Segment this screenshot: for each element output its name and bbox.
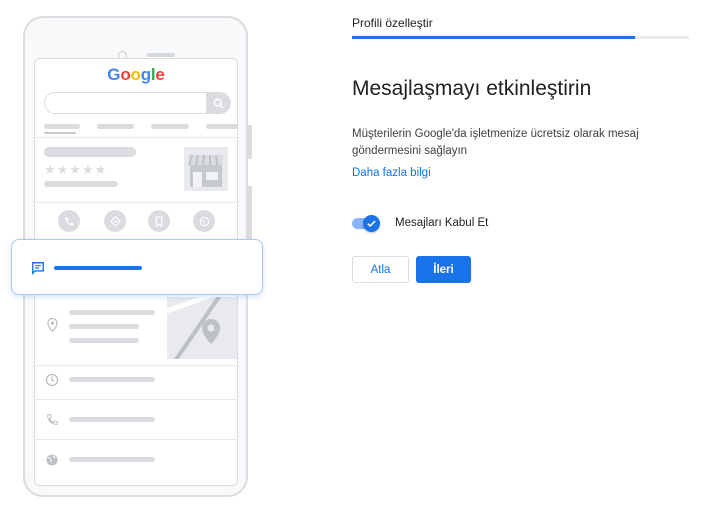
bookmark-icon (148, 210, 170, 232)
divider (35, 365, 237, 366)
phone-side-button (248, 125, 252, 159)
directions-icon (104, 210, 126, 232)
tab-indicator (44, 132, 76, 134)
toggle-label: Mesajları Kabul Et (395, 217, 489, 229)
phone-speaker (147, 53, 175, 57)
divider (35, 399, 237, 400)
toggle-knob (363, 215, 380, 232)
phone-icon (58, 210, 80, 232)
next-button[interactable]: İleri (416, 256, 471, 283)
tab-placeholder (206, 124, 237, 129)
hours-placeholder (69, 377, 155, 382)
divider (35, 202, 237, 203)
tab-placeholder (44, 124, 80, 129)
phone-number-placeholder (69, 417, 155, 422)
website-icon (193, 210, 215, 232)
globe-icon (44, 452, 60, 468)
learn-more-link[interactable]: Daha fazla bilgi (352, 167, 431, 179)
address-line-placeholder (69, 324, 139, 329)
storefront-icon (184, 147, 228, 191)
address-line-placeholder (69, 310, 155, 315)
step-title: Profili özelleştir (352, 16, 433, 30)
business-name-placeholder (44, 147, 136, 157)
website-placeholder (69, 457, 155, 462)
skip-button[interactable]: Atla (352, 256, 409, 283)
page-heading: Mesajlaşmayı etkinleştirin (352, 77, 592, 100)
search-bar (44, 92, 231, 114)
chat-icon (31, 261, 45, 275)
divider (35, 439, 237, 440)
map-thumbnail (167, 297, 237, 359)
tab-placeholder (151, 124, 189, 129)
divider (35, 137, 237, 138)
messaging-highlight-card (11, 239, 263, 295)
phone-icon (44, 411, 60, 427)
clock-icon (44, 372, 60, 388)
message-line-placeholder (54, 266, 142, 270)
description-text: Müşterilerin Google'da işletmenize ücret… (352, 128, 639, 157)
search-icon (206, 93, 230, 113)
progress-bar (352, 36, 689, 39)
rating-stars: ★★★★★ (44, 162, 108, 177)
accept-messages-toggle[interactable] (352, 215, 380, 232)
address-line-placeholder (69, 338, 139, 343)
check-icon (367, 220, 376, 228)
phone-side-button (248, 186, 252, 246)
business-category-placeholder (44, 181, 118, 187)
progress-fill (352, 36, 636, 39)
tab-placeholder (97, 124, 134, 129)
google-logo: Google (107, 65, 165, 84)
location-pin-icon (44, 317, 60, 333)
